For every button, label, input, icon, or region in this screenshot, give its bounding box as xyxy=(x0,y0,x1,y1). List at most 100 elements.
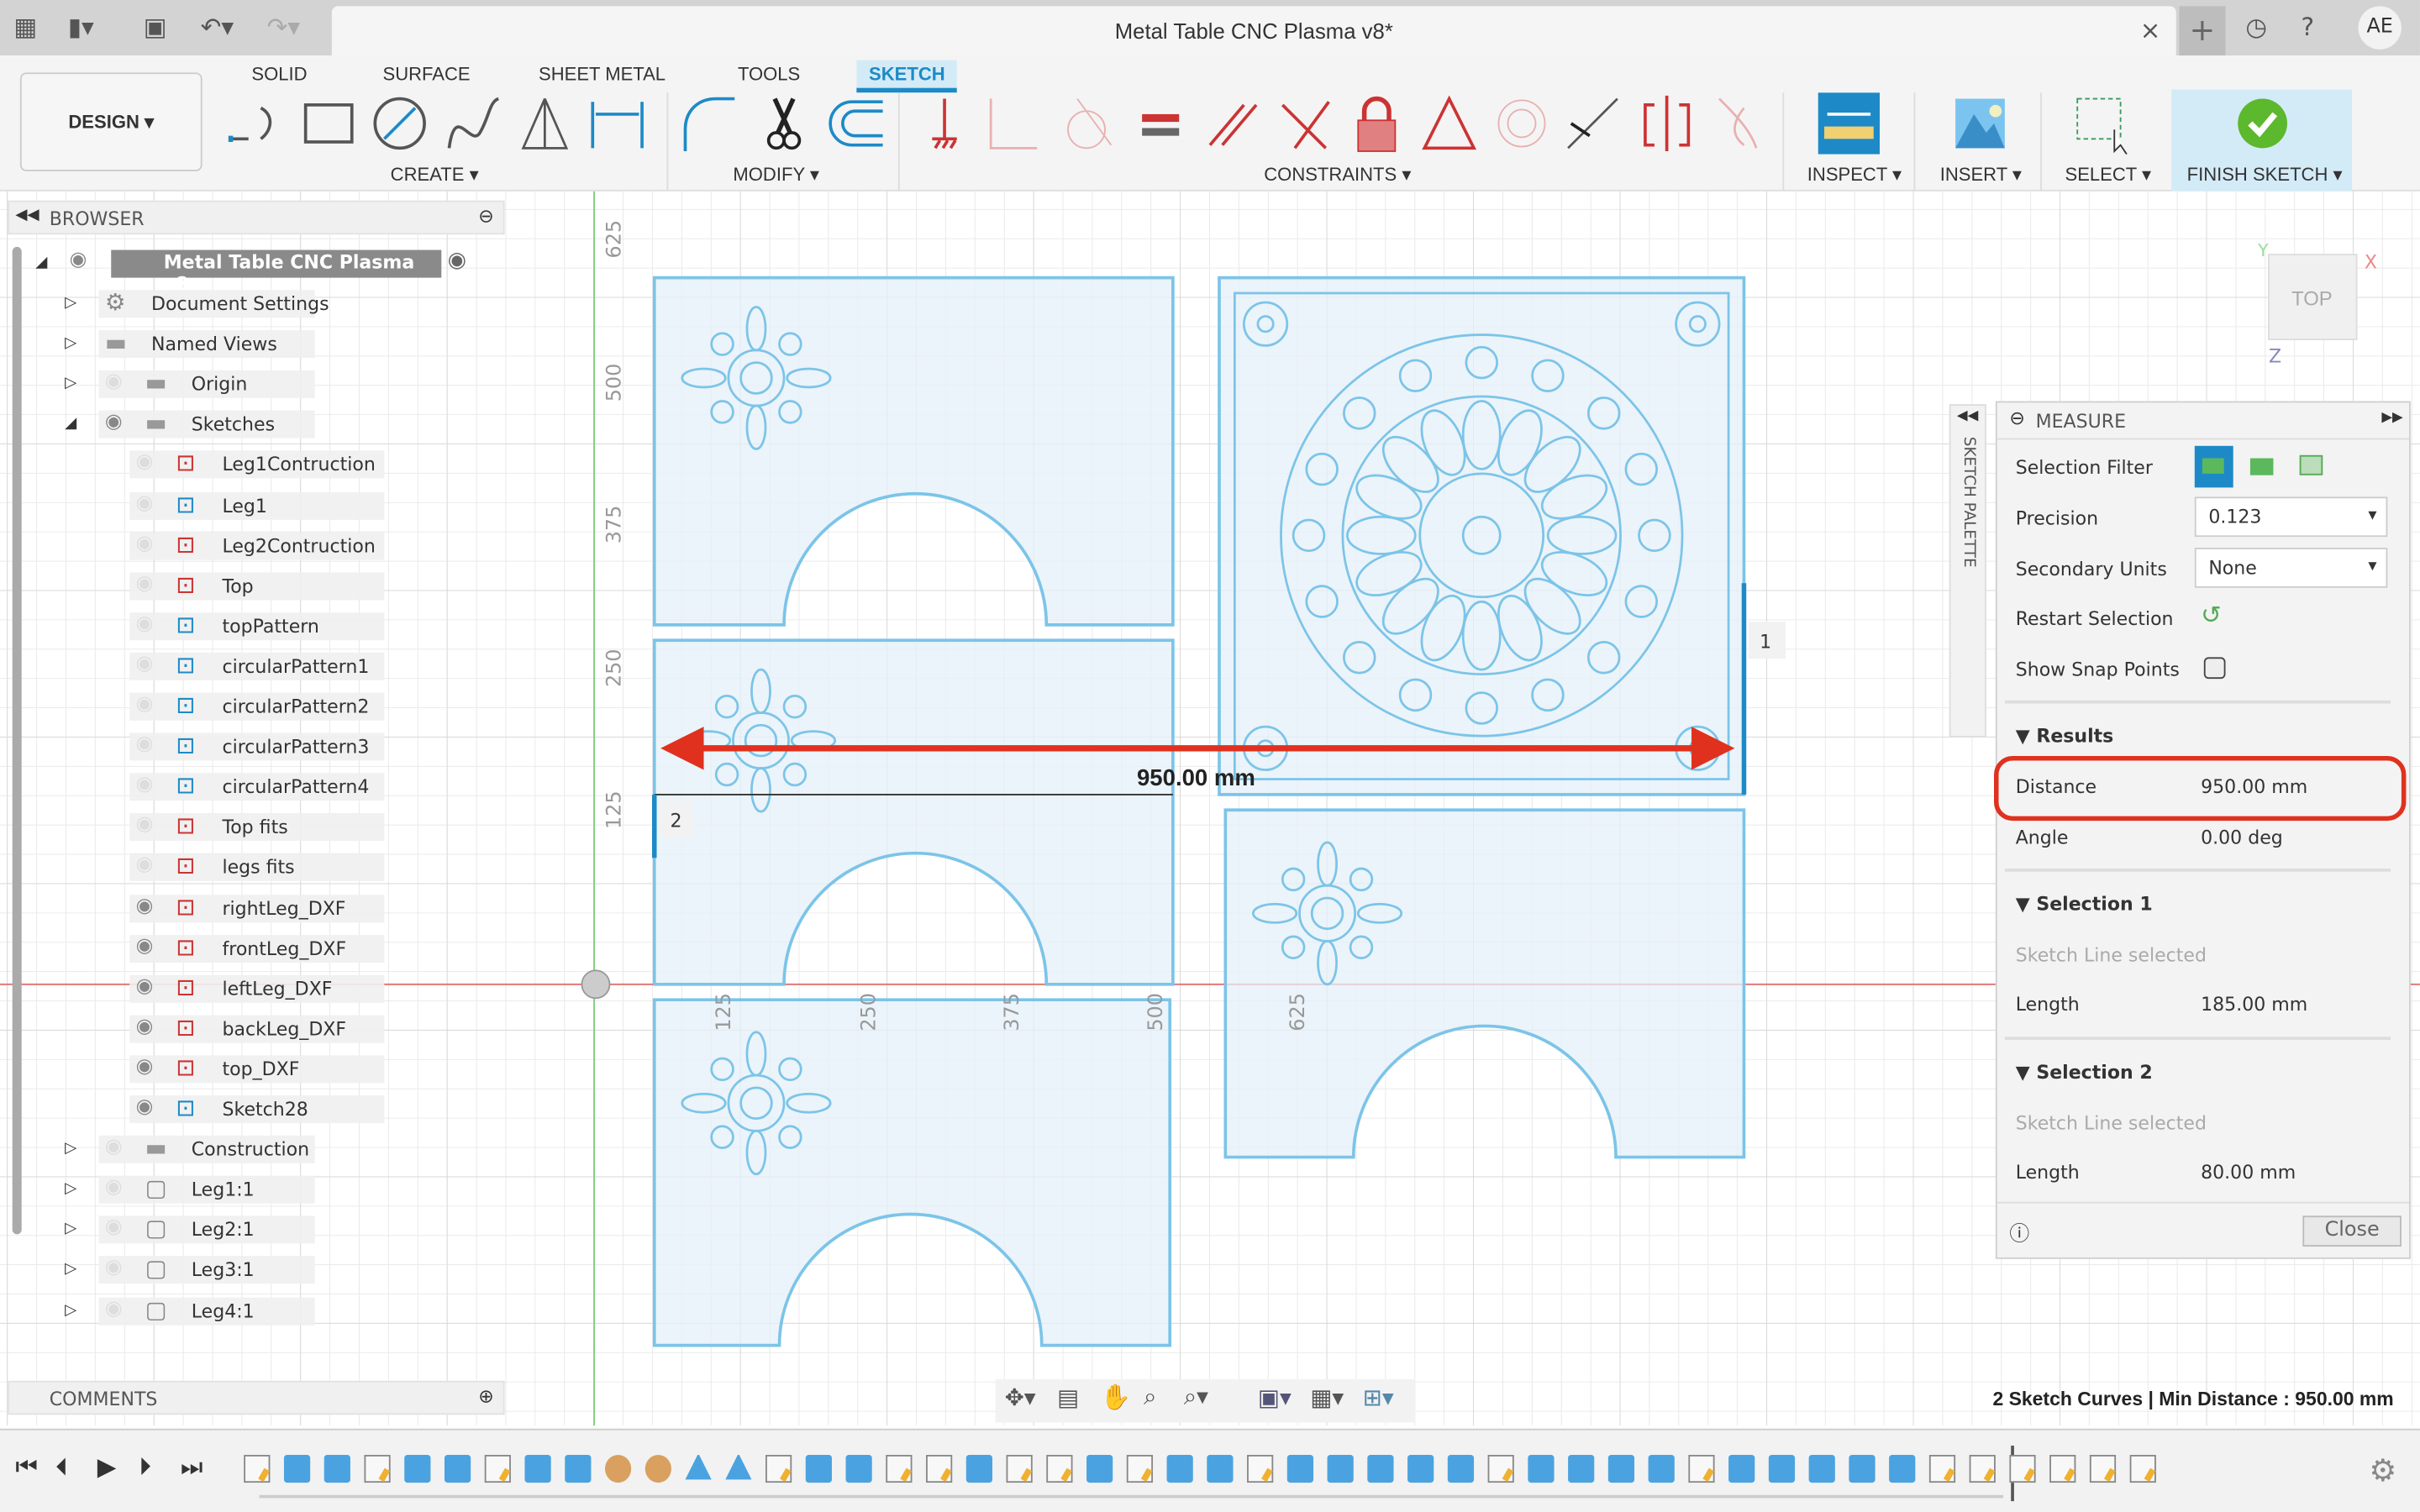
measure-ruler-icon[interactable] xyxy=(1818,92,1881,155)
visibility-eye-icon[interactable]: ◉ xyxy=(105,411,123,434)
extrude-feature-icon[interactable] xyxy=(1367,1455,1394,1483)
precision-dropdown[interactable]: 0.123 xyxy=(2194,496,2388,538)
sketch-feature-icon[interactable] xyxy=(1969,1455,1996,1483)
grid-settings-icon[interactable]: ▦▾ xyxy=(1310,1384,1344,1412)
top-panel-sketch[interactable] xyxy=(1218,276,1746,796)
close-tab-icon[interactable]: × xyxy=(2140,15,2161,45)
visibility-eye-icon[interactable]: ◉ xyxy=(136,451,154,475)
extrude-feature-icon[interactable] xyxy=(1889,1455,1916,1483)
insert-menu[interactable]: INSERT ▾ xyxy=(1940,164,2022,186)
fix-constraint-icon[interactable] xyxy=(913,92,975,154)
visibility-eye-icon[interactable]: ◉ xyxy=(136,532,154,555)
step-forward-icon[interactable]: ⏵ xyxy=(139,1452,151,1483)
extrude-feature-icon[interactable] xyxy=(404,1455,431,1483)
extrude-feature-icon[interactable] xyxy=(1286,1455,1314,1483)
visibility-eye-icon[interactable]: ◉ xyxy=(136,934,154,958)
visibility-eye-icon[interactable]: ◉ xyxy=(105,1136,123,1159)
extrude-feature-icon[interactable] xyxy=(1166,1455,1193,1483)
perpendicular-constraint-icon[interactable] xyxy=(1273,92,1334,154)
visibility-eye-icon[interactable]: ◉ xyxy=(136,653,154,676)
extrude-feature-icon[interactable] xyxy=(805,1455,832,1483)
symmetry-constraint-icon[interactable] xyxy=(1636,92,1697,154)
extrude-feature-icon[interactable] xyxy=(1849,1455,1876,1483)
info-icon[interactable]: ⓘ xyxy=(2009,1217,2029,1247)
draft-feature-icon[interactable] xyxy=(725,1455,752,1480)
extrude-feature-icon[interactable] xyxy=(1447,1455,1475,1483)
extrude-feature-icon[interactable] xyxy=(1528,1455,1555,1483)
visibility-eye-icon[interactable]: ◉ xyxy=(136,853,154,877)
browser-scrollbar[interactable] xyxy=(12,246,22,1235)
snap-points-checkbox[interactable] xyxy=(2203,657,2226,680)
viewcube-face[interactable]: TOP xyxy=(2291,288,2333,311)
visibility-eye-icon[interactable]: ◉ xyxy=(105,370,123,394)
line-tool-icon[interactable] xyxy=(224,92,285,154)
comments-panel[interactable]: COMMENTS ⊕ xyxy=(8,1380,505,1415)
tab-solid[interactable]: SOLID xyxy=(239,60,320,88)
tab-surface[interactable]: SURFACE xyxy=(371,60,483,88)
rectangle-tool-icon[interactable] xyxy=(297,92,359,154)
circle-tool-icon[interactable] xyxy=(369,92,430,154)
minimize-icon[interactable]: ⊖ xyxy=(478,205,493,227)
expand-dialog-icon[interactable]: ▶▶ xyxy=(2381,411,2402,426)
extrude-feature-icon[interactable] xyxy=(965,1455,992,1483)
extrude-feature-icon[interactable] xyxy=(324,1455,350,1483)
visibility-eye-icon[interactable]: ◉ xyxy=(136,774,154,797)
sketch-feature-icon[interactable] xyxy=(2049,1455,2076,1483)
visibility-eye-icon[interactable]: ◉ xyxy=(70,249,103,272)
expand-arrow-icon[interactable]: ▷ xyxy=(65,295,76,312)
extrude-feature-icon[interactable] xyxy=(1568,1455,1595,1483)
sketch-feature-icon[interactable] xyxy=(484,1455,511,1483)
sketch-feature-icon[interactable] xyxy=(364,1455,391,1483)
extrude-feature-icon[interactable] xyxy=(1728,1455,1755,1483)
midpoint-constraint-icon[interactable] xyxy=(1562,92,1623,154)
go-to-end-icon[interactable]: ⏭ xyxy=(181,1452,203,1483)
undo-icon[interactable]: ↶▾ xyxy=(201,13,234,42)
lock-icon[interactable] xyxy=(1346,92,1407,154)
select-box-icon[interactable] xyxy=(2071,92,2133,155)
sketch-feature-icon[interactable] xyxy=(1046,1455,1073,1483)
activate-radio-icon[interactable]: ◉ xyxy=(448,249,466,273)
browser-root-label[interactable]: Metal Table CNC Plasma v8 xyxy=(111,249,442,295)
constraints-menu[interactable]: CONSTRAINTS ▾ xyxy=(1264,164,1411,186)
go-to-start-icon[interactable]: ⏮ xyxy=(15,1452,37,1483)
expand-arrow-icon[interactable]: ▷ xyxy=(65,375,76,392)
concentric-constraint-icon[interactable] xyxy=(1491,92,1552,154)
visibility-eye-icon[interactable]: ◉ xyxy=(136,974,154,998)
extrude-feature-icon[interactable] xyxy=(444,1455,471,1483)
extrude-feature-icon[interactable] xyxy=(845,1455,872,1483)
sketch-feature-icon[interactable] xyxy=(765,1455,792,1483)
visibility-eye-icon[interactable]: ◉ xyxy=(136,612,154,636)
mirror-tool-icon[interactable] xyxy=(514,92,576,154)
sketch-feature-icon[interactable] xyxy=(2129,1455,2156,1483)
visibility-eye-icon[interactable]: ◉ xyxy=(136,491,154,515)
inspect-menu[interactable]: INSPECT ▾ xyxy=(1807,164,1902,186)
add-comment-icon[interactable]: ⊕ xyxy=(478,1385,493,1407)
dimension-tool-icon[interactable] xyxy=(587,92,648,154)
redo-icon[interactable]: ↷▾ xyxy=(267,13,300,42)
close-button[interactable]: Close xyxy=(2302,1215,2402,1247)
tab-tools[interactable]: TOOLS xyxy=(725,60,813,88)
visibility-eye-icon[interactable]: ◉ xyxy=(136,693,154,717)
secondary-units-dropdown[interactable]: None xyxy=(2194,548,2388,588)
origin-point[interactable] xyxy=(581,969,611,1000)
coincident-constraint-icon[interactable] xyxy=(985,92,1046,154)
select-menu[interactable]: SELECT ▾ xyxy=(2065,164,2152,186)
equal-constraint-icon[interactable] xyxy=(1129,92,1191,154)
extrude-feature-icon[interactable] xyxy=(565,1455,592,1483)
draft-feature-icon[interactable] xyxy=(685,1455,712,1480)
extrude-feature-icon[interactable] xyxy=(1407,1455,1434,1483)
visibility-eye-icon[interactable]: ◉ xyxy=(136,1095,154,1119)
tangent-constraint-icon[interactable] xyxy=(1055,92,1117,154)
extrude-feature-icon[interactable] xyxy=(1808,1455,1835,1483)
extrude-feature-icon[interactable] xyxy=(1768,1455,1796,1483)
sketch-feature-icon[interactable] xyxy=(2009,1455,2036,1483)
combine-feature-icon[interactable] xyxy=(644,1455,671,1483)
sketch-feature-icon[interactable] xyxy=(1928,1455,1956,1483)
visibility-eye-icon[interactable]: ◉ xyxy=(105,1176,123,1200)
collapse-browser-icon[interactable]: ◀◀ xyxy=(15,207,39,223)
modify-menu[interactable]: MODIFY ▾ xyxy=(733,164,819,186)
sketch-feature-icon[interactable] xyxy=(1006,1455,1033,1483)
selection-2-header[interactable]: ▼ Selection 2 xyxy=(2016,1062,2153,1084)
create-menu[interactable]: CREATE ▾ xyxy=(391,164,479,186)
pan-hand-icon[interactable]: ✋ xyxy=(1101,1383,1132,1412)
